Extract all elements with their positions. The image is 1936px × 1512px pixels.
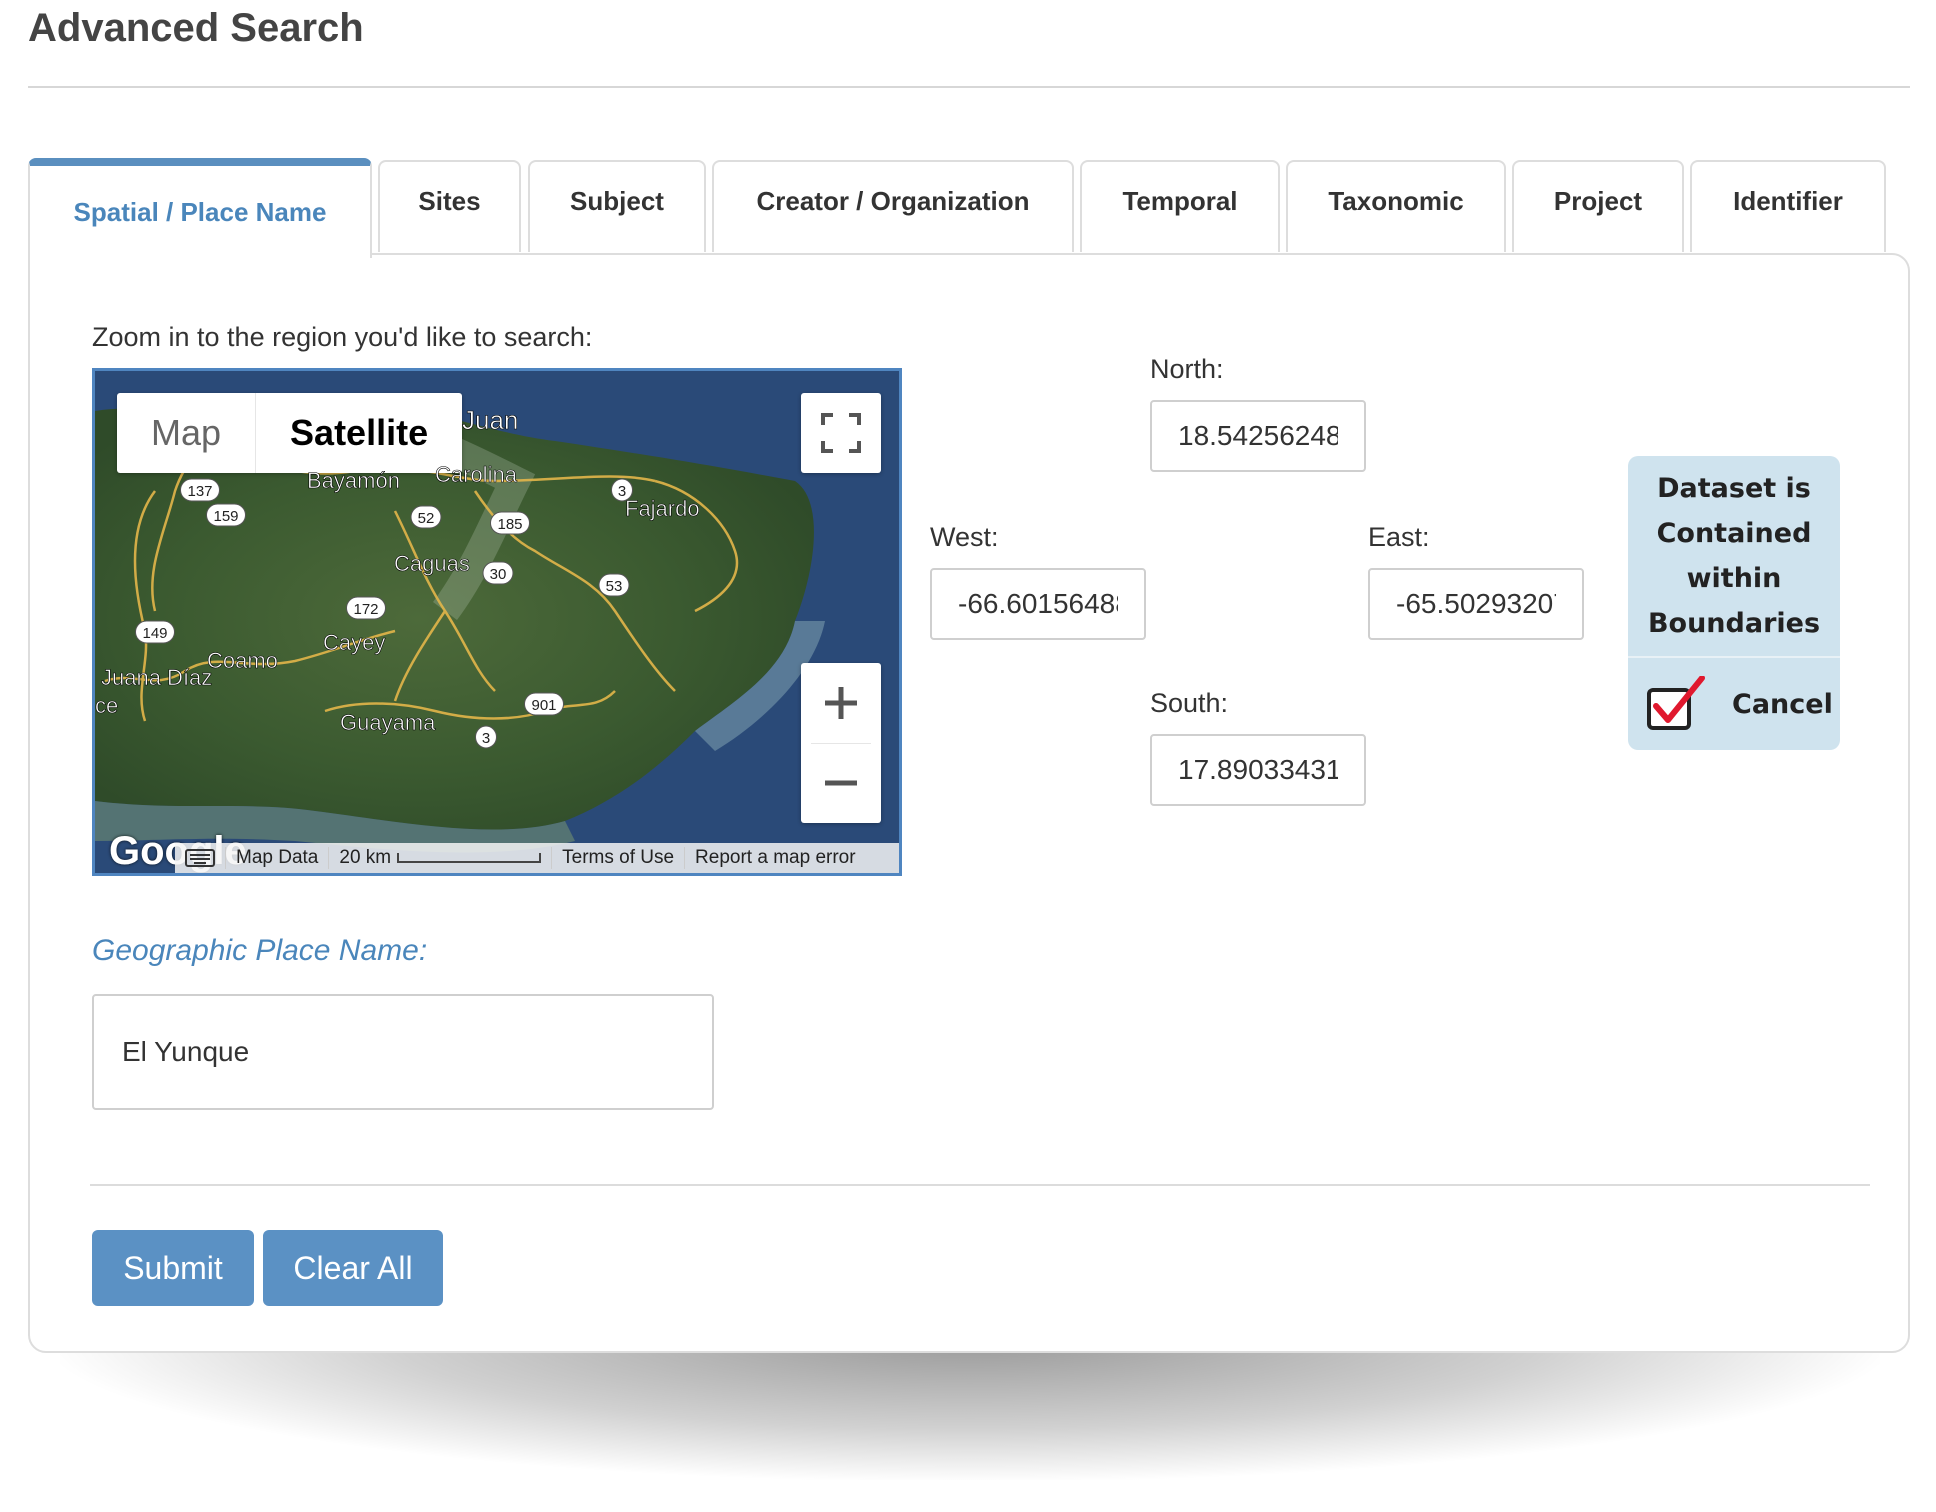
map-type-map-button[interactable]: Map: [117, 393, 257, 473]
minus-icon: [825, 780, 857, 786]
tab-subject[interactable]: Subject: [528, 160, 706, 252]
tab-project[interactable]: Project: [1512, 160, 1684, 252]
east-label: East:: [1368, 522, 1430, 552]
geographic-place-name-label: Geographic Place Name:: [92, 934, 428, 967]
fullscreen-icon: [821, 413, 861, 453]
tab-spatial-place-name[interactable]: Spatial / Place Name: [28, 158, 372, 258]
map-type-satellite-button[interactable]: Satellite: [256, 393, 462, 473]
map-view[interactable]: Map Satellite Google Map Data 20 km Term…: [92, 368, 902, 876]
submit-button[interactable]: Submit: [92, 1230, 254, 1306]
dataset-contained-toggle: Dataset is Contained within Boundaries C…: [1628, 456, 1840, 750]
tab-temporal[interactable]: Temporal: [1080, 160, 1280, 252]
title-divider: [28, 86, 1910, 88]
south-input[interactable]: [1150, 734, 1366, 806]
page-title: Advanced Search: [28, 6, 364, 50]
keyboard-icon: [185, 848, 215, 867]
map-attribution-bar: Map Data 20 km Terms of Use Report a map…: [175, 843, 899, 873]
zoom-divider: [811, 743, 871, 744]
map-type-control: Map Satellite: [117, 393, 463, 473]
zoom-control: [801, 663, 881, 823]
fullscreen-button[interactable]: [801, 393, 881, 473]
zoom-out-button[interactable]: [801, 743, 881, 823]
map-data-link[interactable]: Map Data: [225, 847, 328, 869]
tab-taxonomic[interactable]: Taxonomic: [1286, 160, 1506, 252]
terms-of-use-link[interactable]: Terms of Use: [551, 847, 684, 869]
clear-all-button[interactable]: Clear All: [263, 1230, 443, 1306]
north-label: North:: [1150, 354, 1224, 384]
south-label: South:: [1150, 688, 1229, 718]
map-scale[interactable]: 20 km: [328, 847, 551, 869]
contained-cancel-label: Cancel: [1732, 688, 1833, 720]
tab-identifier[interactable]: Identifier: [1690, 160, 1886, 252]
checkbox-checked-icon: [1647, 676, 1705, 730]
map-scale-label: 20 km: [339, 847, 392, 868]
north-input[interactable]: [1150, 400, 1366, 472]
west-input[interactable]: [930, 568, 1146, 640]
zoom-instructions: Zoom in to the region you'd like to sear…: [92, 322, 593, 352]
plus-icon: [825, 687, 857, 719]
panel-shadow: [60, 1340, 1880, 1480]
tab-creator-organization[interactable]: Creator / Organization: [712, 160, 1074, 252]
keyboard-shortcuts-button[interactable]: [175, 847, 225, 869]
zoom-in-button[interactable]: [801, 663, 881, 743]
contained-cancel-button[interactable]: Cancel: [1628, 658, 1840, 750]
geographic-place-name-input[interactable]: [92, 994, 714, 1110]
dataset-contained-text: Dataset is Contained within Boundaries: [1628, 456, 1840, 658]
east-input[interactable]: [1368, 568, 1584, 640]
tab-sites[interactable]: Sites: [378, 160, 521, 252]
form-divider: [90, 1184, 1870, 1186]
report-map-error-link[interactable]: Report a map error: [684, 847, 866, 869]
west-label: West:: [930, 522, 999, 552]
map-scale-bar: [397, 852, 542, 863]
